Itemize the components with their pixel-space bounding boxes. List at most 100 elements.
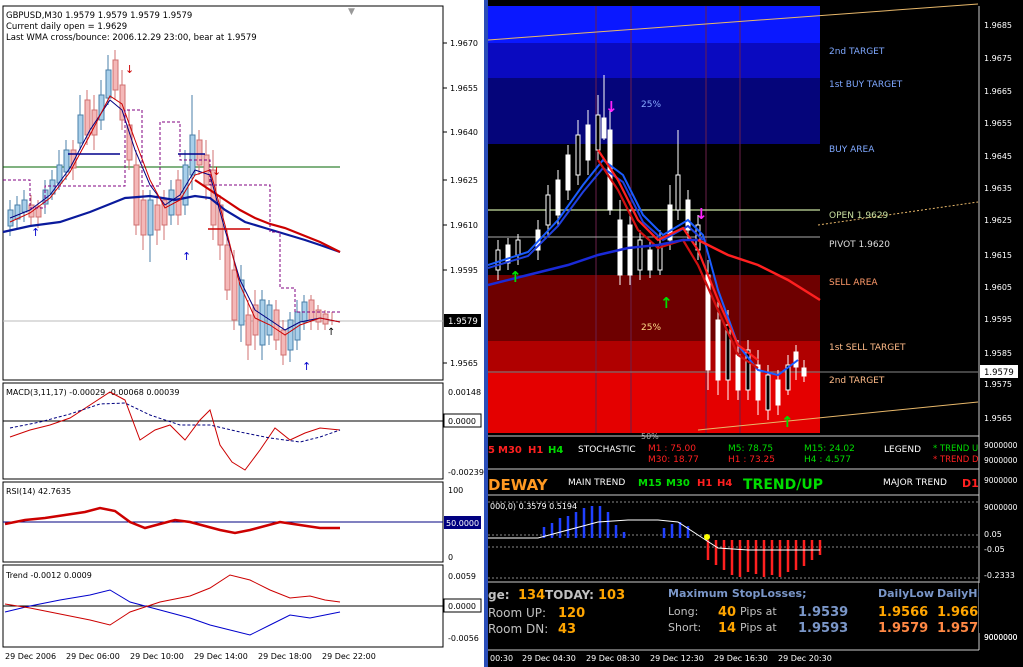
daily-low-title: DailyLow [878, 587, 934, 600]
svg-text:29 Dec 08:30: 29 Dec 08:30 [586, 654, 640, 663]
rsi-label: RSI(14) 42.7635 [6, 487, 71, 496]
today-label: TODAY: [545, 588, 594, 602]
right-chart-window[interactable]: ↑↑↑ ↓↓ 25% 25% 50% 2nd TARGET 1st BUY TA… [488, 0, 1023, 667]
legend-trend-up: * TREND U [933, 444, 978, 454]
trend-up-label: TREND/UP [743, 477, 823, 493]
svg-text:1.9640: 1.9640 [450, 128, 478, 137]
major-trend-d1: D1 [962, 477, 979, 490]
long-pips: 40 [718, 605, 736, 620]
stoch-m5: M5: 78.75 [728, 444, 773, 454]
main-trend-m15: M15 [638, 478, 662, 489]
room-up-value: 120 [558, 606, 585, 621]
svg-text:9000000: 9000000 [984, 476, 1018, 485]
svg-text:1.9585: 1.9585 [984, 349, 1012, 358]
macd-pane-frame [2, 382, 444, 480]
svg-text:29 Dec 06:00: 29 Dec 06:00 [66, 652, 120, 661]
long-pips-at: Pips at [740, 605, 777, 618]
svg-text:29 Dec 10:00: 29 Dec 10:00 [130, 652, 184, 661]
major-trend-label: MAJOR TREND [883, 478, 947, 488]
svg-text:1.9625: 1.9625 [984, 216, 1012, 225]
sell-zone-2 [488, 341, 820, 373]
svg-text:1.9645: 1.9645 [984, 152, 1012, 161]
svg-text:9000000: 9000000 [984, 503, 1018, 512]
rsi-top-tick: 100 [448, 486, 463, 495]
svg-text:↓: ↓ [605, 98, 618, 116]
svg-text:↑: ↑ [182, 250, 191, 263]
svg-text:1.9565: 1.9565 [984, 414, 1012, 423]
buy-zone-top [488, 6, 820, 43]
short-pips: 14 [718, 621, 736, 636]
svg-text:↑: ↑ [509, 268, 522, 286]
svg-text:1.9685: 1.9685 [984, 21, 1012, 30]
main-pane-frame [2, 5, 444, 381]
wma-cross-header: Last WMA cross/bounce: 2006.12.29 23:00,… [6, 33, 257, 43]
daily-low-2: 1.9579 [878, 621, 928, 636]
svg-text:9000000: 9000000 [984, 456, 1018, 465]
stoch-m15: M15: 24.02 [804, 444, 855, 454]
svg-text:1.9625: 1.9625 [450, 176, 478, 185]
main-trend-h4: H4 [717, 478, 732, 489]
svg-text:SELL AREA: SELL AREA [829, 278, 878, 288]
price-axis-bg [979, 0, 1023, 667]
svg-text:29 Dec 16:30: 29 Dec 16:30 [714, 654, 768, 663]
trend-top-tick: 0.0059 [448, 572, 476, 581]
osc-levels [488, 501, 979, 579]
legend-title: LEGEND [884, 445, 921, 455]
pct-upper-label: 25% [641, 100, 661, 110]
svg-text:0.05: 0.05 [984, 530, 1002, 539]
left-chart-window[interactable]: GBPUSD,M30 1.9579 1.9579 1.9579 1.9579 C… [0, 0, 487, 667]
long-label: Long: [668, 605, 698, 618]
svg-text:1.9675: 1.9675 [984, 54, 1012, 63]
svg-text:1.9595: 1.9595 [984, 315, 1012, 324]
sideway-label: DEWAY [488, 476, 549, 494]
buy-zone-2 [488, 43, 820, 78]
volume-axis-last: 9000000 [984, 633, 1018, 642]
svg-text:OPEN 1.9629: OPEN 1.9629 [829, 211, 889, 221]
osc-signal-dot [704, 534, 710, 540]
svg-text:1.9635: 1.9635 [984, 184, 1012, 193]
svg-text:1.9610: 1.9610 [450, 221, 478, 230]
short-pips-at: Pips at [740, 621, 777, 634]
current-bar-marker: ↑ [327, 327, 335, 338]
svg-text:29 Dec 18:00: 29 Dec 18:00 [258, 652, 312, 661]
svg-text:29 Dec 2006: 29 Dec 2006 [5, 652, 56, 661]
rsi-bottom-tick: 0 [448, 553, 453, 562]
today-value: 103 [598, 588, 625, 603]
macd-zero-value: 0.0000 [448, 417, 476, 426]
room-dn-label: Room DN: [488, 622, 548, 636]
svg-text:1.9655: 1.9655 [450, 84, 478, 93]
rsi-level-value: 50.0000 [446, 519, 479, 528]
svg-text:2nd TARGET: 2nd TARGET [829, 376, 885, 386]
svg-text:1.9670: 1.9670 [450, 39, 478, 48]
svg-text:29 Dec 12:30: 29 Dec 12:30 [650, 654, 704, 663]
svg-text:2nd TARGET: 2nd TARGET [829, 47, 885, 57]
svg-text:29 Dec 14:00: 29 Dec 14:00 [194, 652, 248, 661]
svg-text:1st BUY TARGET: 1st BUY TARGET [829, 80, 903, 90]
svg-text:↑: ↑ [302, 360, 311, 373]
room-up-label: Room UP: [488, 606, 546, 620]
stoch-m30: M30: 18.77 [648, 455, 699, 465]
range-value: 134 [518, 588, 545, 603]
svg-text:1.9665: 1.9665 [984, 87, 1012, 96]
svg-text:↑: ↑ [660, 294, 673, 312]
stoch-h1: H1 : 73.25 [728, 455, 775, 465]
stoch-m1: M1 : 75.00 [648, 444, 696, 454]
svg-text:1.9655: 1.9655 [984, 119, 1012, 128]
trend-bottom-tick: -0.0056 [448, 634, 479, 643]
svg-text:BUY AREA: BUY AREA [829, 145, 875, 155]
stoch-tf-h1: H1 [528, 445, 543, 456]
chart-shift-icon[interactable]: ▼ [348, 7, 355, 17]
room-dn-value: 43 [558, 622, 576, 637]
stoch-h4: H4 : 4.577 [804, 455, 851, 465]
main-trend-m30: M30 [666, 478, 690, 489]
time-axis: 29 Dec 2006 29 Dec 06:00 29 Dec 10:00 29… [5, 652, 376, 661]
trend-label: Trend -0.0012 0.0009 [5, 571, 92, 580]
svg-text:1.9615: 1.9615 [984, 251, 1012, 260]
svg-text:-0.05: -0.05 [984, 545, 1005, 554]
range-label: ge: [488, 588, 510, 602]
svg-text:↑: ↑ [31, 226, 40, 239]
trend-zero-value: 0.0000 [448, 602, 476, 611]
daily-open-header: Current daily open = 1.9629 [6, 22, 127, 32]
svg-text:29 Dec 22:00: 29 Dec 22:00 [322, 652, 376, 661]
main-trend-h1: H1 [697, 478, 712, 489]
